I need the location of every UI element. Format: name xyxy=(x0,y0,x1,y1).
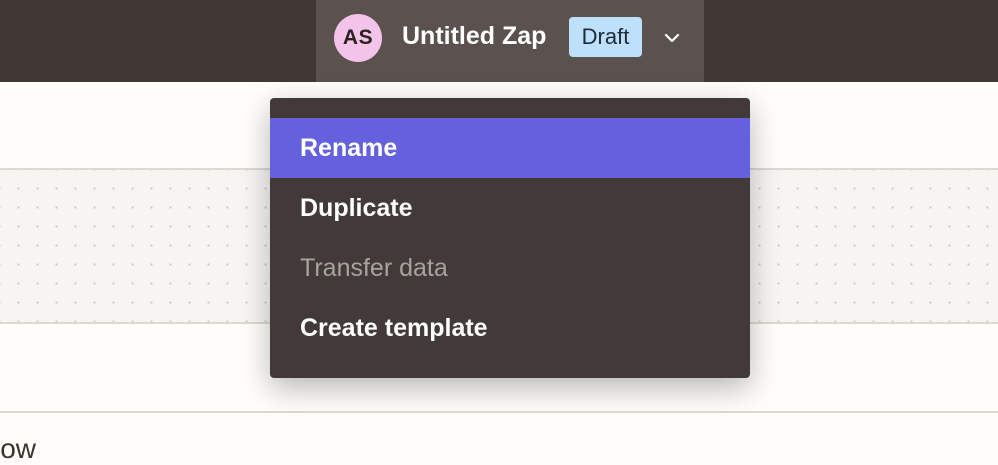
zap-options-menu: Rename Duplicate Transfer data Create te… xyxy=(270,98,750,378)
menu-item-create-template[interactable]: Create template xyxy=(270,298,750,358)
menu-item-rename[interactable]: Rename xyxy=(270,118,750,178)
chevron-down-icon[interactable] xyxy=(662,28,682,48)
partial-heading: low xyxy=(0,433,37,464)
panel-area-bottom xyxy=(0,413,998,450)
status-badge: Draft xyxy=(569,17,642,57)
zap-name: Untitled Zap xyxy=(402,22,547,50)
menu-item-transfer-data: Transfer data xyxy=(300,253,448,282)
zap-title-menu-button[interactable]: AS Untitled Zap Draft xyxy=(316,0,704,82)
menu-item-duplicate[interactable]: Duplicate xyxy=(270,178,750,238)
avatar: AS xyxy=(334,14,382,62)
